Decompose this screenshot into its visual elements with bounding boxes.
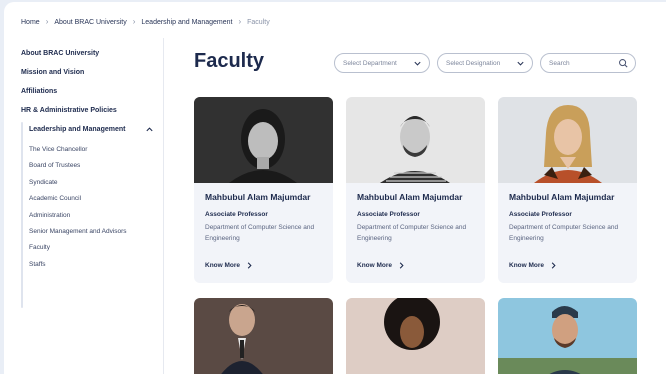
faculty-name: Mahbubul Alam Majumdar: [205, 192, 311, 202]
subnav-rail: [21, 122, 23, 308]
sidebar-subitem-faculty[interactable]: Faculty: [29, 244, 50, 251]
sidebar-item-affiliations[interactable]: Affiliations: [21, 88, 57, 95]
know-more-link[interactable]: Know More: [205, 261, 254, 270]
faculty-photo: [498, 97, 637, 183]
chevron-right-icon: ›: [45, 17, 49, 26]
know-more-link[interactable]: Know More: [357, 261, 406, 270]
sidebar-subitem-board[interactable]: Board of Trustees: [29, 162, 80, 169]
faculty-department: Department of Computer Science and Engin…: [357, 224, 467, 242]
sidebar: About BRAC University Mission and Vision…: [4, 38, 164, 374]
faculty-photo: [346, 97, 485, 183]
faculty-role: Associate Professor: [509, 211, 572, 218]
chevron-right-icon: [551, 262, 556, 269]
main-content: Faculty Select Department Select Designa…: [164, 2, 666, 374]
faculty-photo: [194, 97, 333, 183]
search-placeholder: Search: [549, 59, 570, 67]
search-icon: [619, 59, 628, 68]
sidebar-subitem-administration[interactable]: Administration: [29, 212, 70, 219]
page-title: Faculty: [194, 50, 265, 72]
chevron-right-icon: ›: [132, 17, 136, 26]
faculty-role: Associate Professor: [357, 211, 420, 218]
faculty-card[interactable]: Mahbubul Alam Majumdar Associate Profess…: [346, 97, 485, 283]
faculty-photo: [194, 298, 333, 374]
faculty-department: Department of Computer Science and Engin…: [509, 224, 619, 242]
chevron-down-icon: [414, 61, 421, 66]
search-input[interactable]: Search: [540, 53, 636, 73]
department-select-placeholder: Select Department: [343, 59, 397, 67]
know-more-link[interactable]: Know More: [509, 261, 558, 270]
breadcrumb-home[interactable]: Home: [21, 19, 40, 26]
sidebar-subitem-senior-management[interactable]: Senior Management and Advisors: [29, 228, 127, 235]
page-frame: Home › About BRAC University › Leadershi…: [4, 2, 666, 374]
department-select[interactable]: Select Department: [334, 53, 430, 73]
designation-select[interactable]: Select Designation: [437, 53, 533, 73]
sidebar-item-hr-policies[interactable]: HR & Administrative Policies: [21, 107, 117, 114]
sidebar-subitem-academic-council[interactable]: Academic Council: [29, 195, 81, 202]
faculty-role: Associate Professor: [205, 211, 268, 218]
faculty-name: Mahbubul Alam Majumdar: [357, 192, 463, 202]
faculty-photo: [498, 298, 637, 374]
chevron-up-icon[interactable]: [145, 125, 154, 134]
chevron-right-icon: [399, 262, 404, 269]
faculty-department: Department of Computer Science and Engin…: [205, 224, 315, 242]
faculty-name: Mahbubul Alam Majumdar: [509, 192, 615, 202]
chevron-down-icon: [517, 61, 524, 66]
know-more-label: Know More: [357, 262, 393, 269]
faculty-photo: [346, 298, 485, 374]
breadcrumb-about[interactable]: About BRAC University: [54, 19, 126, 26]
sidebar-item-leadership[interactable]: Leadership and Management: [29, 126, 125, 133]
sidebar-subitem-vice-chancellor[interactable]: The Vice Chancellor: [29, 146, 87, 153]
sidebar-subitem-syndicate[interactable]: Syndicate: [29, 179, 58, 186]
faculty-card[interactable]: Mahbubul Alam Majumdar Associate Profess…: [194, 97, 333, 283]
know-more-label: Know More: [509, 262, 545, 269]
sidebar-item-mission[interactable]: Mission and Vision: [21, 69, 84, 76]
sidebar-subitem-staffs[interactable]: Staffs: [29, 261, 46, 268]
sidebar-item-about[interactable]: About BRAC University: [21, 50, 99, 57]
designation-select-placeholder: Select Designation: [446, 59, 501, 67]
know-more-label: Know More: [205, 262, 241, 269]
sidebar-subnav: Leadership and Management The Vice Chanc…: [21, 122, 157, 308]
faculty-card[interactable]: Mahbubul Alam Majumdar Associate Profess…: [498, 97, 637, 283]
chevron-right-icon: [247, 262, 252, 269]
